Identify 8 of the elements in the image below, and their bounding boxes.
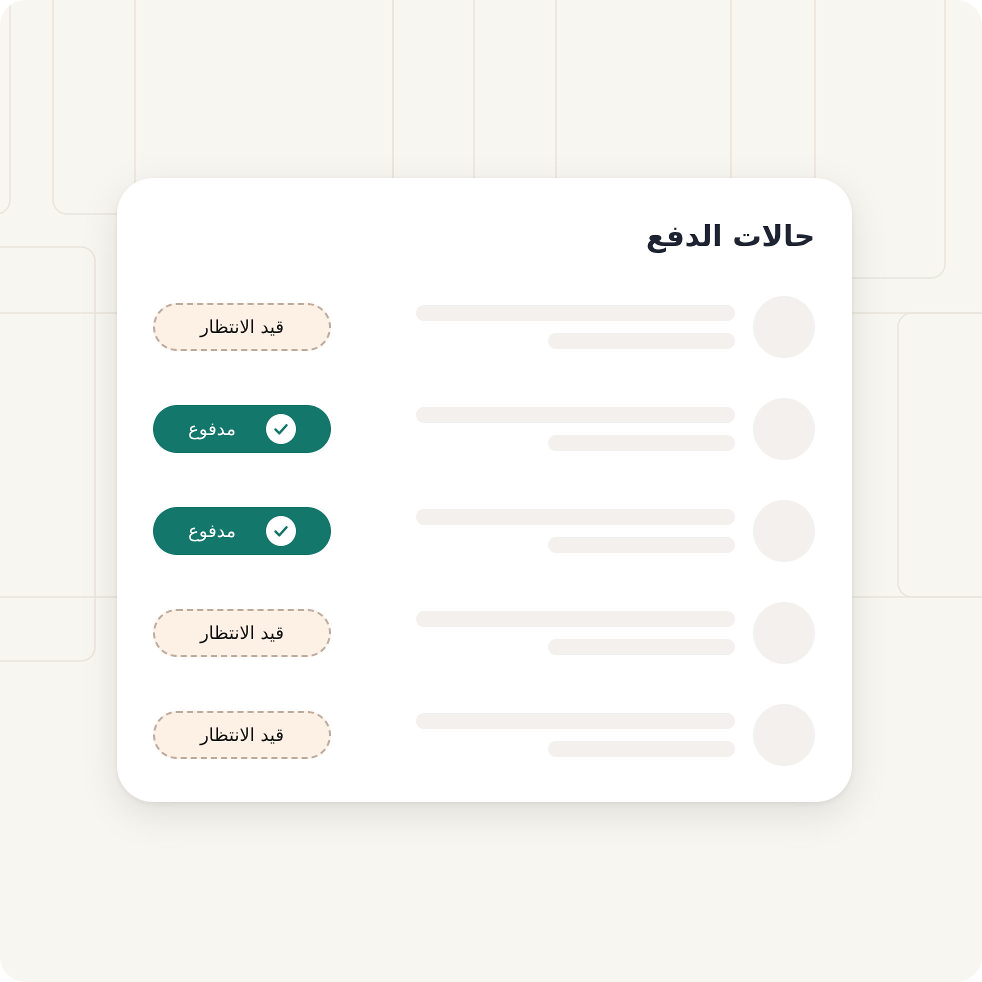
- status-label: مدفوع: [188, 418, 236, 442]
- status-label: قيد الانتظار: [200, 622, 284, 646]
- check-icon: [266, 414, 296, 444]
- card-title: حالات الدفع: [644, 218, 815, 256]
- status-label: مدفوع: [188, 520, 236, 544]
- status-label: قيد الانتظار: [200, 724, 284, 748]
- status-label: قيد الانتظار: [200, 316, 284, 340]
- check-icon: [266, 516, 296, 546]
